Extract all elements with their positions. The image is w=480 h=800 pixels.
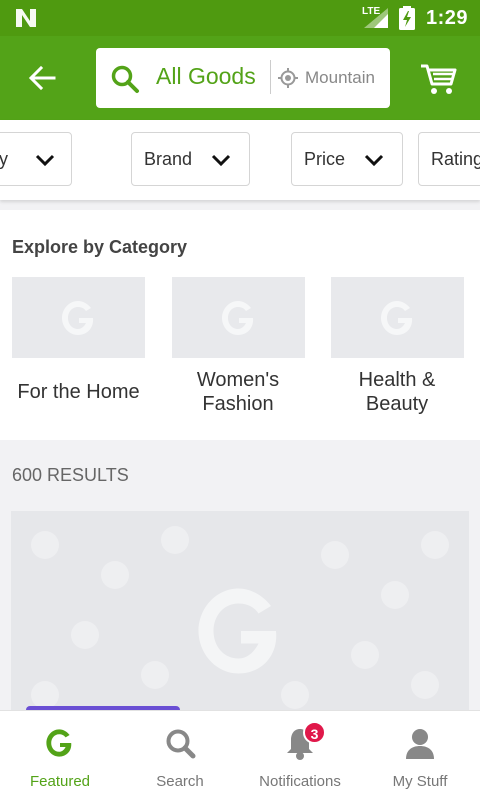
groupon-g-icon [61, 300, 93, 335]
clock: 1:29 [426, 7, 469, 29]
filter-chip-label: Brand [144, 148, 193, 169]
nav-label: My Stuff [392, 773, 448, 790]
location-target-icon [278, 68, 298, 88]
search-box[interactable]: All Goods Mountain [96, 48, 390, 108]
filter-chip-rating[interactable]: Rating [418, 132, 480, 186]
nav-featured[interactable]: Featured [0, 711, 120, 800]
search-icon [111, 65, 139, 93]
app-bar: All Goods Mountain [0, 36, 480, 120]
explore-title: Explore by Category [12, 237, 188, 257]
filter-chip-price[interactable]: Price [291, 132, 403, 186]
nav-notifications[interactable]: Notifications [240, 711, 360, 800]
filter-chip-label: ry [0, 148, 8, 169]
category-card-womens-fashion[interactable]: Women's Fashion [172, 277, 305, 416]
deal-card-image[interactable] [11, 511, 469, 721]
signal-icon [364, 8, 388, 28]
arrow-back-icon [28, 65, 56, 91]
status-bar: LTE 1:29 [0, 0, 480, 36]
chevron-down-icon [211, 154, 231, 167]
nav-label: Search [156, 773, 204, 790]
category-label: For the Home [17, 381, 140, 403]
chevron-down-icon [35, 154, 55, 167]
nav-search[interactable]: Search [120, 711, 240, 800]
search-icon [166, 729, 196, 759]
category-label: Health & Beauty [358, 369, 436, 415]
category-card-health-beauty[interactable]: Health & Beauty [331, 277, 464, 416]
search-query-text[interactable]: All Goods [156, 63, 260, 90]
results-count: 600 RESULTS [12, 465, 129, 485]
filter-row: ry Brand Price Rating [0, 120, 480, 200]
filter-chip-category[interactable]: ry [0, 132, 72, 186]
filter-chip-brand[interactable]: Brand [131, 132, 250, 186]
cart-icon[interactable] [418, 58, 458, 98]
category-thumbnail [12, 277, 145, 358]
chevron-down-icon [364, 154, 384, 167]
groupon-g-icon [198, 588, 277, 674]
category-label: Women's Fashion [196, 369, 280, 415]
filter-chip-label: Price [304, 148, 346, 169]
search-divider [270, 60, 271, 94]
groupon-g-icon [380, 300, 412, 335]
category-thumbnail [331, 277, 464, 358]
category-thumbnail [172, 277, 305, 358]
nav-my-stuff[interactable]: My Stuff [360, 711, 480, 800]
bottom-nav: Featured Search Notifications 3 My Stuff [0, 710, 480, 800]
nav-label: Featured [29, 773, 91, 790]
explore-section: Explore by Category For the Home Women's… [0, 210, 480, 440]
groupon-g-icon [46, 729, 72, 757]
nav-label: Notifications [259, 773, 341, 790]
back-button[interactable] [22, 58, 62, 98]
person-icon [406, 729, 434, 759]
notification-n-icon [16, 9, 36, 27]
category-card-home[interactable]: For the Home [12, 277, 145, 404]
groupon-g-icon [221, 300, 253, 335]
battery-charging-icon [399, 6, 415, 30]
filter-chip-label: Rating [431, 148, 480, 169]
location-text[interactable]: Mountain [305, 68, 385, 88]
notification-badge: 3 [303, 721, 326, 744]
